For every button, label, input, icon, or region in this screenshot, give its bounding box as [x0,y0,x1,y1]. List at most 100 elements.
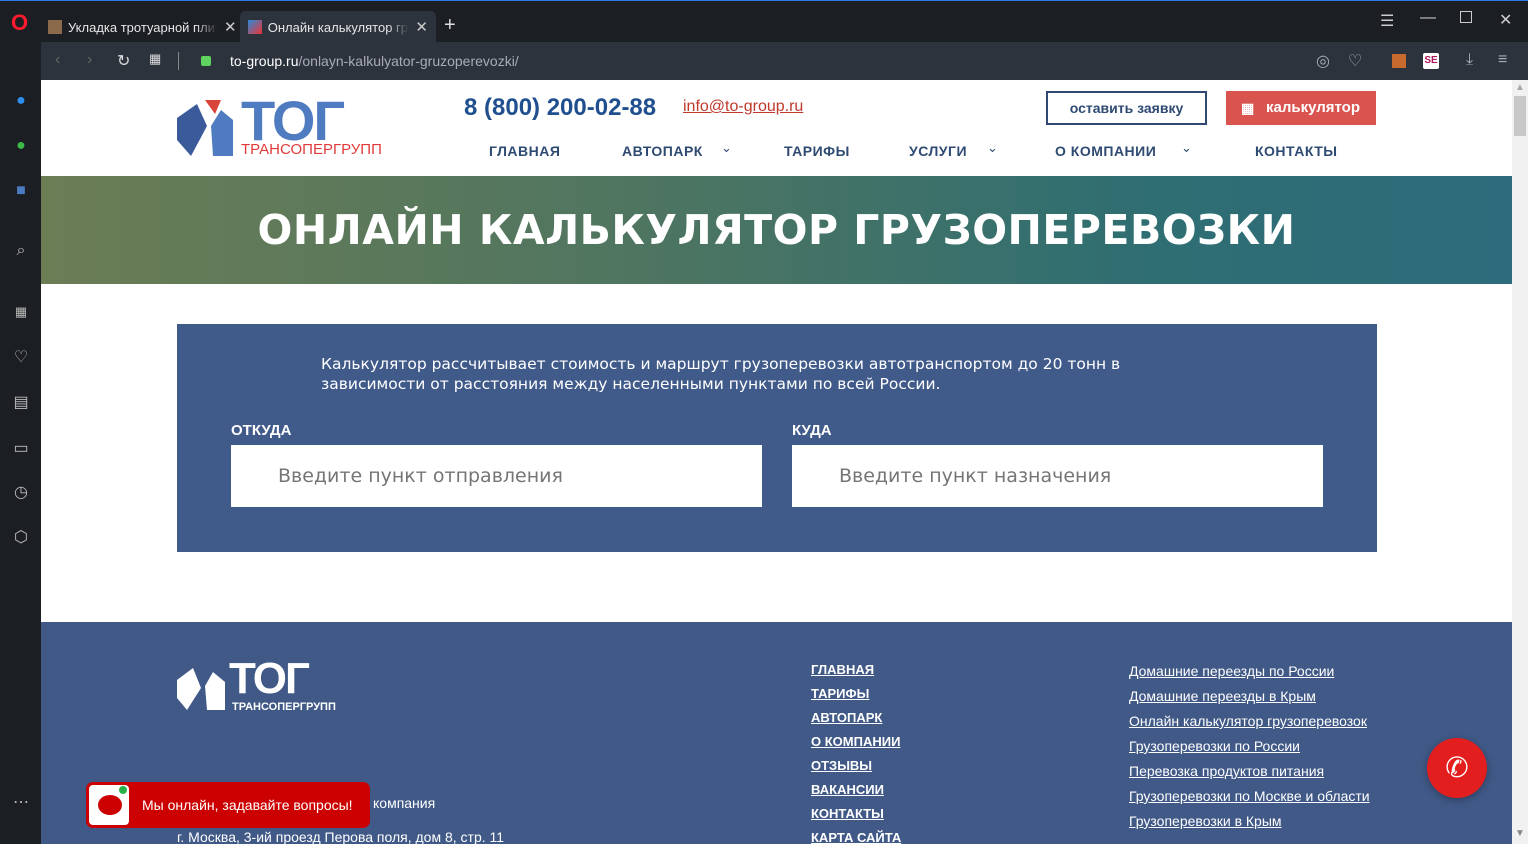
url-path: /onlayn-kalkulyator-gruzoperevozki/ [298,53,519,69]
nav-contacts[interactable]: КОНТАКТЫ [1255,143,1337,159]
to-label: КУДА [792,422,832,439]
tab-favicon-icon [248,20,262,34]
history-icon[interactable]: ◷ [10,482,32,502]
footer-link-about[interactable]: О КОМПАНИИ [811,734,900,749]
nav-home[interactable]: ГЛАВНАЯ [489,143,560,159]
tabs-icon[interactable]: ▭ [10,438,32,458]
back-icon[interactable]: ‹ [55,51,60,69]
divider [178,52,179,70]
tab-bar: O Укладка тротуарной плитки ✕ Онлайн кал… [0,0,1528,43]
scrollbar[interactable]: ▲ ▼ [1512,80,1528,844]
speed-dial-icon[interactable]: ▦ [149,51,161,67]
company-text: компания [373,795,436,811]
footer-service-link[interactable]: Домашние переезды по России [1129,663,1334,679]
whatsapp-icon[interactable]: ● [10,137,32,155]
messenger-icon[interactable]: ● [10,92,32,110]
footer-link-reviews[interactable]: ОТЗЫВЫ [811,758,872,773]
from-label: ОТКУДА [231,422,292,439]
from-input[interactable] [231,445,762,507]
phone-link[interactable]: 8 (800) 200-02-88 [464,94,656,122]
calculator-button[interactable]: ▦ калькулятор [1226,91,1376,125]
footer-service-link[interactable]: Грузоперевозки в Крым [1129,813,1282,829]
nav-about[interactable]: О КОМПАНИИ [1055,143,1156,159]
vk-icon[interactable]: ■ [10,182,32,200]
address-bar: ‹ › ↻ ▦ to-group.ru/onlayn-kalkulyator-g… [41,42,1528,80]
tab-1[interactable]: Укладка тротуарной плитки ✕ [40,11,245,43]
footer-service-link[interactable]: Онлайн калькулятор грузоперевозок [1129,713,1367,729]
footer-link-fleet[interactable]: АВТОПАРК [811,710,882,725]
news-icon[interactable]: ▤ [10,392,32,412]
nav-services[interactable]: УСЛУГИ [909,143,967,159]
extension-icon[interactable] [1392,54,1406,68]
calculator-description: Калькулятор рассчитывает стоимость и мар… [321,355,1121,393]
footer-service-link[interactable]: Перевозка продуктов питания [1129,763,1324,779]
close-window-icon[interactable]: ✕ [1499,10,1512,30]
calculator-icon: ▦ [1241,100,1255,116]
footer-service-link[interactable]: Домашние переезды в Крым [1129,688,1316,704]
tab-title: Укладка тротуарной плитки [68,19,218,35]
camera-icon[interactable]: ◎ [1316,51,1330,71]
close-tab-icon[interactable]: ✕ [415,18,428,36]
more-icon[interactable]: ⋯ [10,792,32,812]
logo-subtitle: ТРАНСОПЕРГРУПП [232,701,336,713]
request-button[interactable]: оставить заявку [1046,91,1207,125]
site-logo[interactable]: ТОГ ТРАНСОПЕРГРУПП [177,89,402,160]
bookmarks-icon[interactable]: ♡ [10,347,32,367]
hero-banner: ОНЛАЙН КАЛЬКУЛЯТОР ГРУЗОПЕРЕВОЗКИ [41,176,1512,284]
tab-title: Онлайн калькулятор грузоперевозки [267,19,410,35]
page-title: ОНЛАЙН КАЛЬКУЛЯТОР ГРУЗОПЕРЕВОЗКИ [257,206,1296,254]
logo-subtitle: ТРАНСОПЕРГРУПП [241,141,382,158]
url-domain: to-group.ru [230,53,299,69]
new-tab-icon[interactable]: + [444,14,456,37]
extension-se-icon[interactable]: SE [1423,53,1439,69]
heart-icon[interactable]: ♡ [1348,51,1362,71]
opera-sidebar: ● ● ■ ⌕ ▦ ♡ ▤ ▭ ◷ ⬡ ⋯ [0,42,41,844]
footer-link-sitemap[interactable]: КАРТА САЙТА [811,830,901,844]
web-page: ТОГ ТРАНСОПЕРГРУПП 8 (800) 200-02-88 inf… [41,80,1512,844]
download-icon[interactable]: ⤓ [1466,51,1473,69]
online-chat-widget[interactable]: Мы онлайн, задавайте вопросы! [86,782,370,828]
chevron-down-icon[interactable]: ⌄ [721,140,732,156]
lock-icon [201,56,211,66]
nav-tariffs[interactable]: ТАРИФЫ [784,143,850,159]
scrollbar-thumb[interactable] [1514,96,1526,136]
tab-2[interactable]: Онлайн калькулятор грузоперевозки ✕ [240,11,436,43]
footer-link-vacancies[interactable]: ВАКАНСИИ [811,782,884,797]
speed-dial-icon[interactable]: ▦ [10,304,32,320]
reload-icon[interactable]: ↻ [117,51,130,71]
calculator-button-label: калькулятор [1266,99,1361,116]
extensions-icon[interactable]: ⬡ [10,527,32,547]
call-button[interactable]: ✆ [1427,738,1487,798]
easy-setup-icon[interactable]: ≡ [1498,51,1507,69]
scroll-down-icon[interactable]: ▼ [1515,828,1525,839]
search-icon[interactable]: ⌕ [10,242,32,260]
to-input[interactable] [792,445,1323,507]
nav-fleet[interactable]: АВТОПАРК [622,143,703,159]
opera-logo-icon[interactable]: O [11,10,28,36]
address-text: г. Москва, 3-ий проезд Перова поля, дом … [177,829,505,844]
logo-text: ТОГ [229,654,310,703]
chevron-down-icon[interactable]: ⌄ [987,140,998,156]
close-tab-icon[interactable]: ✕ [224,18,237,36]
footer-logo[interactable]: ТОГ ТРАНСОПЕРГРУПП [177,654,377,714]
footer-link-contacts[interactable]: КОНТАКТЫ [811,806,884,821]
logo-arrows-icon [177,668,225,710]
calculator-panel: Калькулятор рассчитывает стоимость и мар… [177,324,1377,552]
maximize-icon[interactable] [1460,11,1472,23]
logo-arrows-icon [177,100,233,156]
email-link[interactable]: info@to-group.ru [683,98,803,116]
scroll-up-icon[interactable]: ▲ [1515,82,1525,93]
footer-link-home[interactable]: ГЛАВНАЯ [811,662,874,677]
minimize-icon[interactable]: — [1420,9,1436,27]
footer-service-link[interactable]: Грузоперевозки по Москве и области [1129,788,1370,804]
phone-icon: ✆ [1445,752,1469,783]
footer-service-link[interactable]: Грузоперевозки по России [1129,738,1300,754]
url-field[interactable]: to-group.ru/onlayn-kalkulyator-gruzopere… [230,53,519,69]
tab-menu-icon[interactable]: ☰ [1380,11,1394,31]
footer-link-tariffs[interactable]: ТАРИФЫ [811,686,869,701]
tab-favicon-icon [48,20,62,34]
online-status-dot [119,786,127,794]
chat-text: Мы онлайн, задавайте вопросы! [142,797,353,813]
chevron-down-icon[interactable]: ⌄ [1181,140,1192,156]
forward-icon[interactable]: › [87,51,92,69]
